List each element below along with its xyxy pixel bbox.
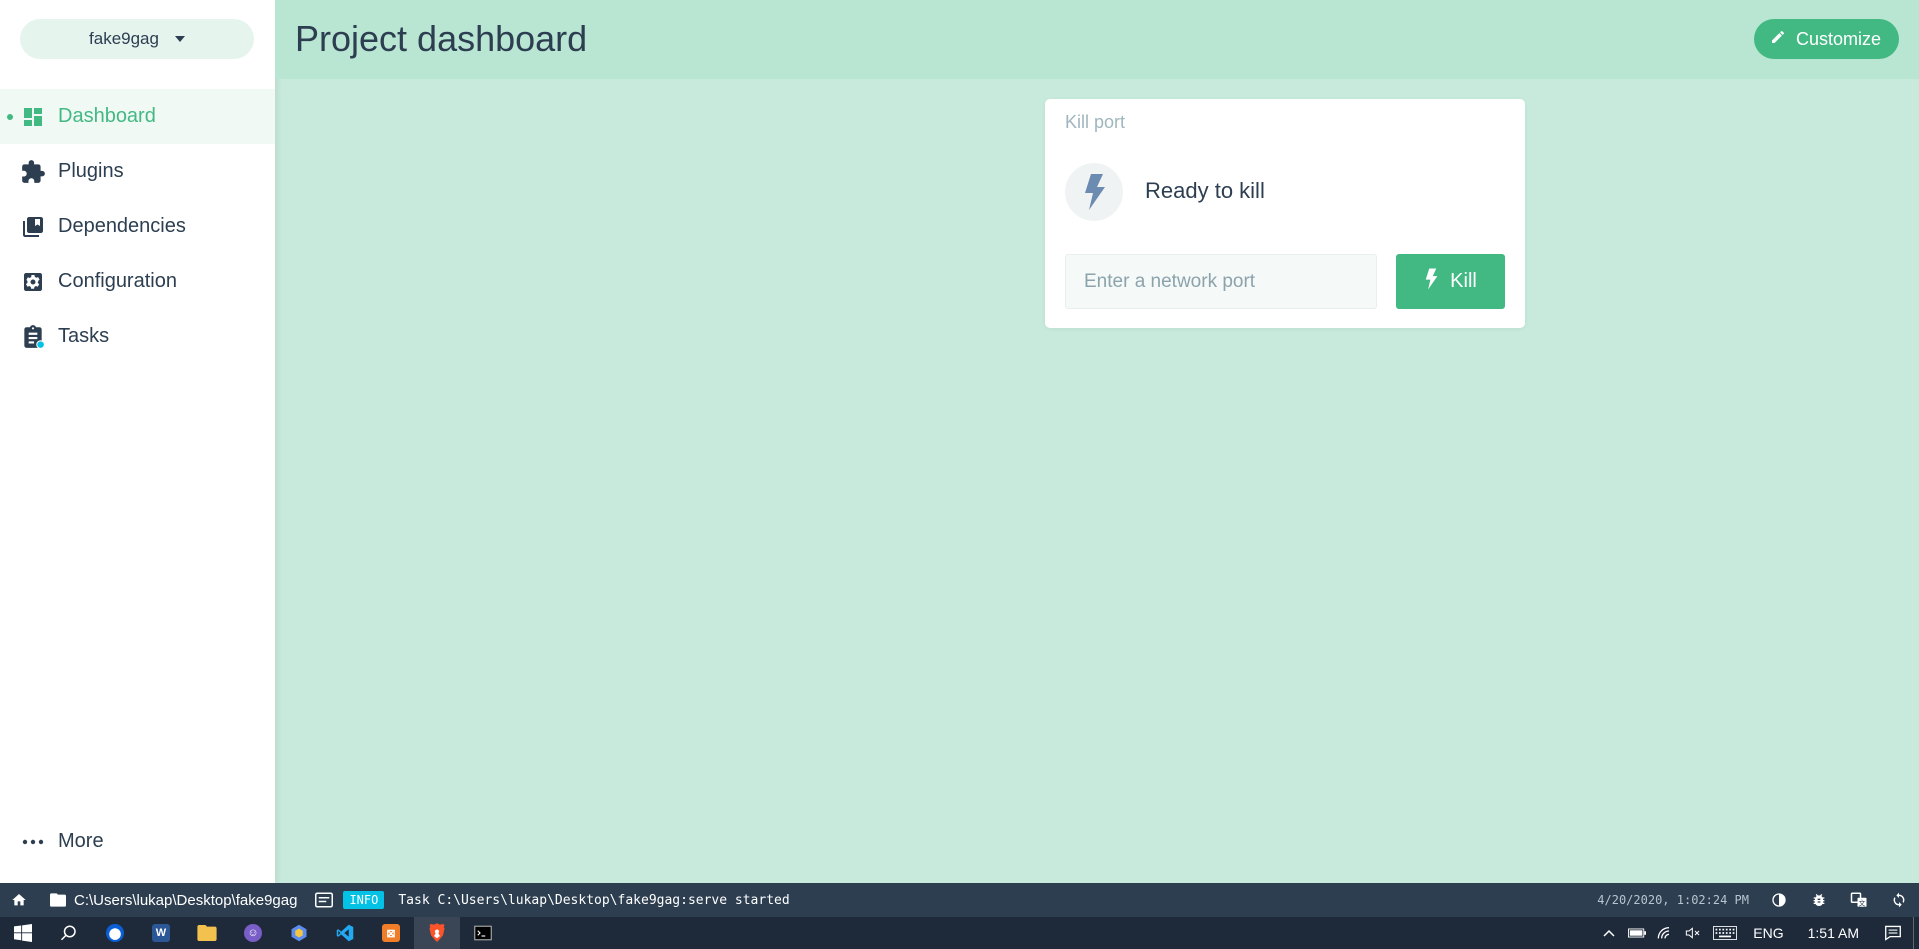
sidebar-item-label: Dashboard	[58, 105, 156, 127]
dashboard-icon	[20, 104, 46, 130]
touch-keyboard[interactable]	[1707, 917, 1743, 949]
widget-title: Kill port	[1065, 112, 1126, 132]
action-center[interactable]	[1873, 917, 1913, 949]
notification-icon	[1885, 925, 1901, 941]
taskbar-app-terminal[interactable]	[460, 917, 506, 949]
taskbar-app-hexagon[interactable]	[276, 917, 322, 949]
windows-taskbar: ⬤ W ☺ ⊠ ENG 1:51 AM	[0, 917, 1919, 949]
project-selector[interactable]: fake9gag	[20, 19, 254, 59]
network-indicator[interactable]	[1651, 917, 1679, 949]
dark-mode-toggle[interactable]	[1759, 883, 1799, 917]
status-bar-right: 4/20/2020, 1:02:24 PM 文	[1597, 883, 1919, 917]
home-button[interactable]	[0, 883, 38, 917]
taskbar-app-brave[interactable]	[414, 917, 460, 949]
sidebar-item-configuration[interactable]: Configuration	[0, 254, 275, 309]
input-language[interactable]: ENG	[1743, 925, 1793, 941]
battery-icon	[1628, 928, 1647, 938]
path-text: C:\Users\lukap\Desktop\fake9gag	[74, 891, 298, 909]
taskbar-app-xampp[interactable]: ⊠	[368, 917, 414, 949]
kill-button[interactable]: Kill	[1396, 254, 1505, 309]
refresh-button[interactable]	[1879, 883, 1919, 917]
volume-indicator[interactable]	[1679, 917, 1707, 949]
folder-icon	[50, 893, 66, 907]
show-hidden-icons[interactable]	[1595, 917, 1623, 949]
more-horiz-icon	[20, 839, 46, 845]
sidebar-item-label: Dependencies	[58, 215, 186, 237]
more-button[interactable]: More	[20, 830, 104, 853]
page-title: Project dashboard	[295, 18, 588, 59]
console-log-button[interactable]: INFO Task C:\Users\lukap\Desktop\fake9ga…	[315, 891, 790, 909]
project-name: fake9gag	[89, 29, 159, 48]
folder-icon	[197, 925, 217, 941]
sidebar: fake9gag Dashboard Plugins Dependencies	[0, 0, 275, 883]
start-button[interactable]	[0, 917, 46, 949]
page-header: Project dashboard Customize	[275, 0, 1919, 79]
taskbar-app-vscode[interactable]	[322, 917, 368, 949]
taskbar-app-discord[interactable]: ☺	[230, 917, 276, 949]
library-icon	[20, 214, 46, 240]
sidebar-nav: Dashboard Plugins Dependencies Configura…	[0, 89, 275, 364]
taskbar-search[interactable]	[46, 917, 92, 949]
sidebar-item-dashboard[interactable]: Dashboard	[0, 89, 275, 144]
translate-button[interactable]: 文	[1839, 883, 1879, 917]
log-message: Task C:\Users\lukap\Desktop\fake9gag:ser…	[398, 892, 790, 908]
sidebar-item-plugins[interactable]: Plugins	[0, 144, 275, 199]
message-icon	[315, 892, 334, 908]
brave-lion-icon	[429, 923, 445, 942]
xampp-icon: ⊠	[382, 924, 400, 942]
chevron-up-icon	[1603, 929, 1615, 937]
port-input[interactable]	[1065, 254, 1377, 309]
report-bug-button[interactable]	[1799, 883, 1839, 917]
bolt-icon	[1065, 163, 1123, 221]
battery-indicator[interactable]	[1623, 917, 1651, 949]
taskbar-app-word[interactable]: W	[138, 917, 184, 949]
word-icon: W	[152, 924, 170, 942]
widget-status: Ready to kill	[1145, 178, 1265, 203]
chat-app-icon: ☺	[244, 924, 262, 942]
sidebar-item-dependencies[interactable]: Dependencies	[0, 199, 275, 254]
wifi-icon	[1657, 927, 1670, 939]
sync-icon	[1893, 892, 1905, 908]
contrast-icon	[1772, 893, 1786, 907]
translate-icon: 文	[1850, 892, 1867, 907]
log-timestamp: 4/20/2020, 1:02:24 PM	[1597, 893, 1749, 907]
keyboard-icon	[1713, 926, 1738, 940]
sidebar-item-tasks[interactable]: Tasks	[0, 309, 275, 364]
search-icon	[60, 925, 76, 941]
terminal-icon	[474, 925, 492, 941]
pencil-icon	[1770, 29, 1786, 50]
bug-icon	[1813, 894, 1825, 906]
kill-label: Kill	[1450, 270, 1477, 292]
bolt-icon	[1424, 268, 1438, 296]
customize-label: Customize	[1795, 28, 1881, 49]
puzzle-icon	[20, 159, 46, 185]
kill-port-widget: Kill port Ready to kill Kill	[1045, 99, 1525, 328]
sidebar-item-label: Tasks	[58, 325, 110, 347]
status-bar: C:\Users\lukap\Desktop\fake9gag INFO Tas…	[0, 883, 1919, 917]
vscode-icon	[336, 924, 354, 942]
map-pin-icon: ⬤	[106, 924, 124, 942]
customize-button[interactable]: Customize	[1753, 19, 1899, 59]
sidebar-item-label: Plugins	[58, 160, 124, 182]
more-label: More	[58, 830, 104, 852]
svg-text:文: 文	[1859, 898, 1866, 907]
volume-muted-icon	[1686, 927, 1700, 939]
show-desktop[interactable]	[1913, 917, 1919, 949]
taskbar-clock[interactable]: 1:51 AM	[1794, 925, 1873, 941]
hexagon-app-icon	[291, 924, 307, 942]
settings-icon	[20, 269, 46, 295]
log-level-badge: INFO	[343, 891, 385, 909]
sidebar-item-label: Configuration	[58, 270, 177, 292]
project-path[interactable]: C:\Users\lukap\Desktop\fake9gag	[50, 892, 297, 909]
caret-down-icon	[174, 36, 185, 42]
taskbar-app-file-explorer[interactable]	[184, 917, 230, 949]
home-icon	[12, 894, 26, 906]
taskbar-app-maps[interactable]: ⬤	[92, 917, 138, 949]
clipboard-icon	[20, 324, 46, 350]
system-tray: ENG 1:51 AM	[1595, 917, 1919, 949]
windows-icon	[14, 924, 32, 942]
